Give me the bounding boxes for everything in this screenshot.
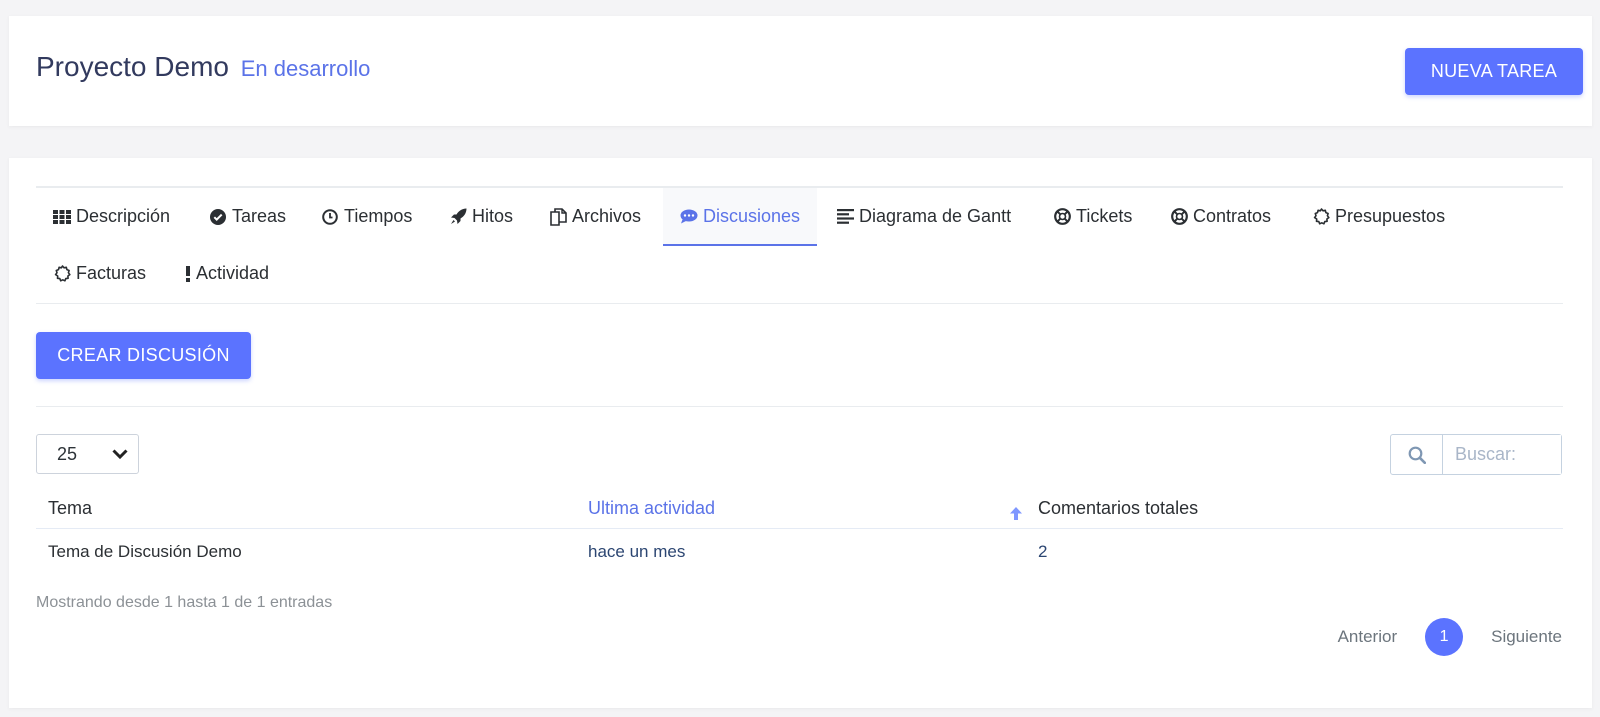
tab-label: Tickets bbox=[1076, 206, 1133, 226]
tab-discusiones[interactable]: Discusiones bbox=[663, 188, 818, 246]
chevron-down-icon bbox=[112, 444, 128, 465]
page-length-value: 25 bbox=[57, 443, 78, 464]
project-status: En desarrollo bbox=[240, 56, 371, 81]
table-header: Tema Ultima actividad Comentarios totale… bbox=[36, 487, 1563, 529]
tab-diagrama-gantt[interactable]: Diagrama de Gantt bbox=[819, 188, 1028, 245]
column-header-tema[interactable]: Tema bbox=[48, 487, 92, 529]
tab-label: Actividad bbox=[196, 263, 270, 283]
tab-label: Discusiones bbox=[703, 205, 801, 226]
exclamation-icon bbox=[184, 265, 192, 283]
tab-label: Archivos bbox=[572, 206, 642, 226]
cell-comentarios: 2 bbox=[1038, 542, 1048, 561]
pagination: Anterior 1 Siguiente bbox=[1338, 618, 1562, 656]
tab-label: Descripción bbox=[76, 206, 171, 226]
tab-archivos[interactable]: Archivos bbox=[532, 188, 658, 245]
cell-tema[interactable]: Tema de Discusión Demo bbox=[48, 529, 242, 575]
project-content: Descripción Tareas Tiempos Hitos Archivo… bbox=[9, 158, 1592, 708]
gear-icon bbox=[53, 265, 71, 283]
tab-label: Presupuestos bbox=[1335, 206, 1446, 226]
tab-presupuestos[interactable]: Presupuestos bbox=[1295, 188, 1462, 245]
search-input[interactable] bbox=[1443, 435, 1561, 474]
new-task-button[interactable]: NUEVA TAREA bbox=[1405, 48, 1583, 95]
table-row[interactable]: Tema de Discusión Demo hace un mes 2 bbox=[36, 529, 1563, 575]
divider bbox=[36, 406, 1563, 407]
clock-icon bbox=[321, 208, 339, 226]
tab-label: Tiempos bbox=[344, 206, 413, 226]
create-discussion-button[interactable]: CREAR DISCUSIÓN bbox=[36, 332, 251, 379]
tab-label: Contratos bbox=[1193, 206, 1272, 226]
grid-icon bbox=[53, 208, 71, 226]
life-ring-icon bbox=[1053, 208, 1071, 226]
page-length-select[interactable]: 25 bbox=[36, 434, 139, 474]
next-page-button[interactable]: Siguiente bbox=[1491, 627, 1562, 647]
page-number-button[interactable]: 1 bbox=[1425, 618, 1464, 656]
column-header-comentarios[interactable]: Comentarios totales bbox=[1038, 487, 1198, 529]
project-name: Proyecto Demo bbox=[36, 51, 229, 82]
tab-label: Diagrama de Gantt bbox=[859, 206, 1012, 226]
discussions-table: Tema Ultima actividad Comentarios totale… bbox=[36, 487, 1563, 575]
tab-label: Facturas bbox=[76, 263, 147, 283]
cell-ultima-actividad: hace un mes bbox=[588, 542, 686, 561]
project-tabs: Descripción Tareas Tiempos Hitos Archivo… bbox=[36, 186, 1563, 304]
gear-icon bbox=[1312, 208, 1330, 226]
files-icon bbox=[549, 207, 567, 226]
tab-hitos[interactable]: Hitos bbox=[432, 188, 530, 245]
tab-tareas[interactable]: Tareas bbox=[192, 188, 303, 245]
tab-contratos[interactable]: Contratos bbox=[1153, 188, 1288, 245]
project-header: Proyecto Demo En desarrollo NUEVA TAREA bbox=[9, 16, 1592, 126]
tab-tickets[interactable]: Tickets bbox=[1036, 188, 1149, 245]
chat-icon bbox=[680, 207, 698, 225]
align-left-icon bbox=[836, 208, 854, 226]
rocket-icon bbox=[449, 208, 467, 226]
tab-label: Tareas bbox=[232, 206, 287, 226]
tab-tiempos[interactable]: Tiempos bbox=[304, 188, 429, 245]
tab-facturas[interactable]: Facturas bbox=[36, 245, 163, 302]
tab-label: Hitos bbox=[472, 206, 514, 226]
life-ring-icon bbox=[1170, 208, 1188, 226]
column-header-ultima-actividad[interactable]: Ultima actividad bbox=[588, 487, 715, 529]
search-icon[interactable] bbox=[1391, 435, 1443, 474]
prev-page-button[interactable]: Anterior bbox=[1338, 627, 1398, 647]
tab-descripcion[interactable]: Descripción bbox=[36, 188, 187, 245]
tab-actividad[interactable]: Actividad bbox=[167, 245, 286, 302]
table-info: Mostrando desde 1 hasta 1 de 1 entradas bbox=[36, 594, 333, 611]
search-box bbox=[1390, 434, 1562, 475]
check-circle-icon bbox=[209, 208, 227, 226]
arrow-up-icon bbox=[1008, 505, 1024, 526]
page-title: Proyecto Demo En desarrollo bbox=[36, 51, 370, 83]
